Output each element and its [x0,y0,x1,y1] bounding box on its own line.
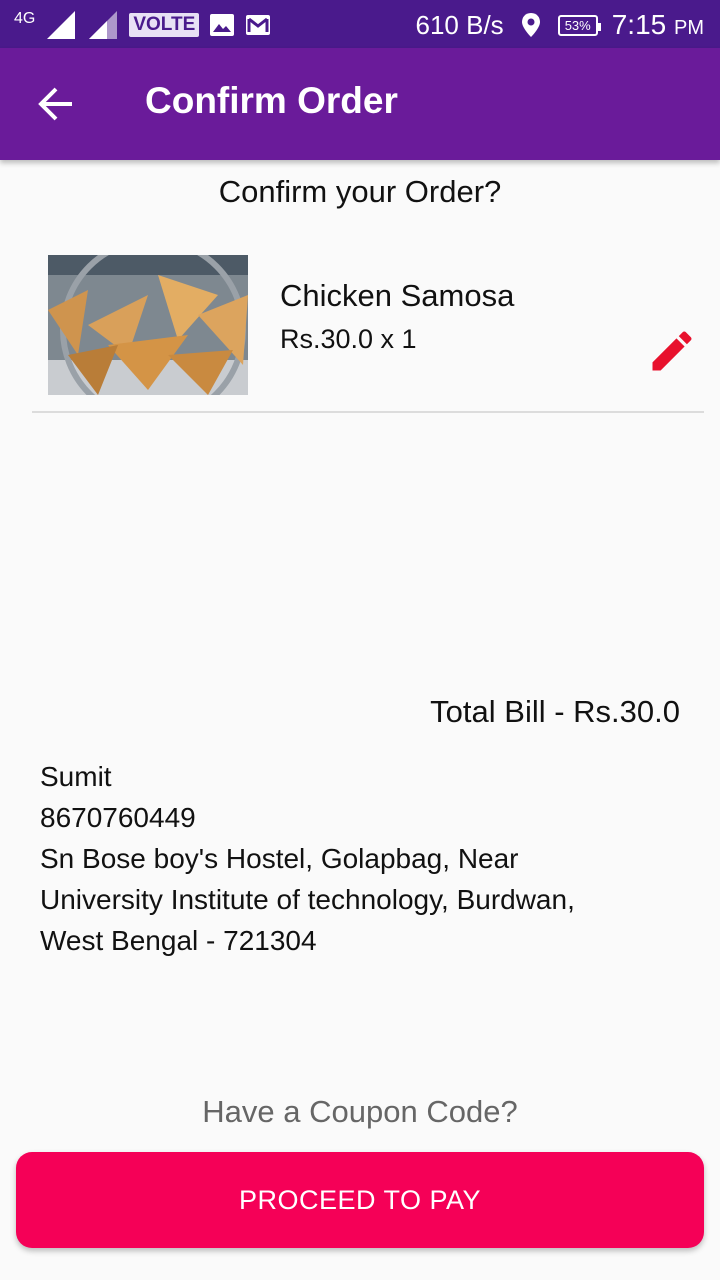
item-name: Chicken Samosa [280,278,515,313]
item-divider [32,411,704,413]
back-arrow-icon[interactable] [36,84,76,124]
gmail-icon [246,15,271,35]
samosa-photo [48,255,248,395]
location-icon [521,13,540,37]
data-speed: 610 B/s [415,9,504,40]
proceed-to-pay-label: PROCEED TO PAY [238,1184,482,1215]
signal-sim1-icon [47,11,76,39]
signal-sim2-icon [89,11,118,39]
page-title: Confirm Order [145,80,398,121]
delivery-details: Sumit 8670760449 Sn Bose boy's Hostel, G… [40,756,680,961]
item-image [48,255,248,395]
confirm-heading: Confirm your Order? [218,174,502,209]
customer-phone: 8670760449 [40,802,196,833]
status-bar: 4G VOLTE 610 B/s 53% 7:15 PM [0,0,720,48]
total-bill: Total Bill - Rs.30.0 [430,694,680,729]
proceed-to-pay-button[interactable]: PROCEED TO PAY [16,1152,704,1248]
item-price-quantity: Rs.30.0 x 1 [280,324,417,354]
address-line-1: Sn Bose boy's Hostel, Golapbag, Near [40,843,519,874]
clock: 7:15 PM [612,9,704,41]
battery-icon: 53% [557,14,601,36]
clock-time: 7:15 [611,9,667,40]
network-type-label: 4G [14,10,36,27]
address-line-2: University Institute of technology, Burd… [40,884,575,915]
coupon-code-link[interactable]: Have a Coupon Code? [0,1094,720,1130]
volte-badge: VOLTE [129,13,200,37]
clock-ampm: PM [674,17,704,39]
address-line-3: West Bengal - 721304 [40,925,317,956]
app-bar: Confirm Order [0,48,720,160]
edit-pencil-icon[interactable] [646,325,698,377]
customer-name: Sumit [40,761,112,792]
gallery-icon [210,14,235,36]
